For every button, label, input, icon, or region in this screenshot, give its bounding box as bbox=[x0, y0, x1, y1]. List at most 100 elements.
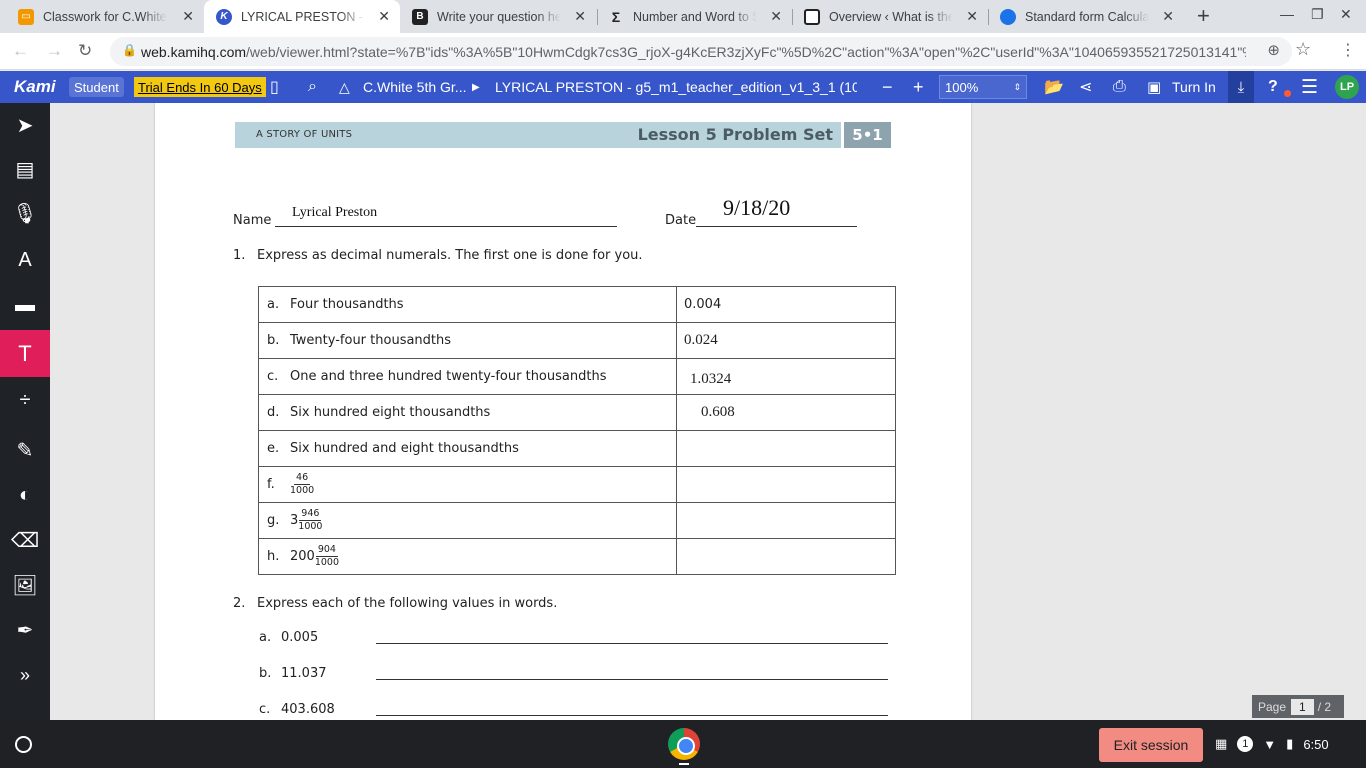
date-value[interactable]: 9/18/20 bbox=[723, 195, 790, 221]
name-underline bbox=[275, 226, 617, 227]
bookmark-star-icon[interactable]: ☆ bbox=[1295, 39, 1311, 60]
share-icon[interactable]: ⋖ bbox=[1079, 71, 1092, 103]
close-window-icon[interactable]: ✕ bbox=[1340, 6, 1352, 23]
reload-icon[interactable]: ↻ bbox=[78, 41, 92, 61]
updown-icon: ⇕ bbox=[1013, 81, 1021, 92]
download-icon[interactable]: ⤓ bbox=[1228, 71, 1254, 103]
signature-tool-icon[interactable]: ✒ bbox=[0, 608, 50, 652]
name-value[interactable]: Lyrical Preston bbox=[292, 205, 377, 221]
status-tray[interactable]: ▦ 1 ▼ ▮ 6:50 bbox=[1215, 720, 1329, 768]
search-icon[interactable]: ⌕ bbox=[308, 71, 317, 103]
menu-kebab-icon[interactable]: ⋮ bbox=[1340, 40, 1356, 60]
question-number: 1. bbox=[233, 248, 246, 263]
dictionary-tool-icon[interactable]: 🎙 bbox=[0, 191, 50, 235]
select-tool-icon[interactable]: ➤ bbox=[0, 103, 50, 147]
globe-icon bbox=[1000, 8, 1016, 25]
turn-in-button[interactable]: Turn In bbox=[1172, 71, 1216, 103]
document-viewer[interactable]: A STORY OF UNITS Lesson 5 Problem Set 5•… bbox=[50, 103, 1366, 720]
table-row: b. Twenty-four thousandths 0.024 bbox=[258, 322, 896, 359]
answer-cell[interactable] bbox=[676, 538, 896, 575]
answer-line[interactable] bbox=[376, 643, 888, 644]
add-icon[interactable]: ⊕ bbox=[1267, 41, 1280, 59]
tab-overview[interactable]: Overview ‹ What is the o ✕ bbox=[792, 0, 988, 33]
url-path: /web/viewer.html?state=%7B"ids"%3A%5B"10… bbox=[246, 44, 1246, 60]
tab-brainly[interactable]: B Write your question here ✕ bbox=[400, 0, 596, 33]
tab-number-word[interactable]: Σ Number and Word to Sta ✕ bbox=[596, 0, 792, 33]
answer-cell[interactable]: 0.608 bbox=[676, 394, 896, 431]
chrome-icon[interactable] bbox=[668, 728, 700, 760]
open-folder-icon[interactable]: 📂 bbox=[1044, 71, 1064, 103]
answer-value[interactable]: 0.608 bbox=[701, 404, 735, 420]
breadcrumb-folder[interactable]: C.White 5th Gr... bbox=[363, 71, 466, 103]
text-tool-icon[interactable]: T bbox=[0, 330, 50, 377]
omnibox[interactable]: 🔒 web.kamihq.com/web/viewer.html?state=%… bbox=[110, 37, 1292, 66]
page-number-input[interactable]: 1 bbox=[1291, 698, 1314, 715]
document-title[interactable]: LYRICAL PRESTON - g5_m1_teacher_edition_… bbox=[495, 71, 857, 103]
answer-value[interactable]: 1.0324 bbox=[690, 371, 731, 387]
question-cell: f. 46 1000 bbox=[258, 466, 677, 503]
page-indicator: Page 1 / 2 bbox=[1252, 695, 1344, 718]
restore-icon[interactable]: ❐ bbox=[1311, 6, 1324, 23]
image-tool-icon[interactable]: 🖼 bbox=[0, 563, 50, 607]
zoom-in-icon[interactable]: + bbox=[913, 71, 924, 103]
close-icon[interactable]: ✕ bbox=[1162, 8, 1174, 25]
tab-classwork[interactable]: ▭ Classwork for C.White 5t ✕ bbox=[8, 0, 204, 33]
new-tab-icon[interactable]: + bbox=[1197, 3, 1210, 29]
answer-cell[interactable] bbox=[676, 502, 896, 539]
trial-link[interactable]: Trial Ends In 60 Days bbox=[134, 77, 266, 97]
hamburger-menu-icon[interactable]: ☰ bbox=[1301, 71, 1318, 103]
comment-tool-icon[interactable]: ▬ bbox=[0, 283, 50, 327]
save-icon: ▣ bbox=[1147, 79, 1162, 96]
forward-icon[interactable]: → bbox=[46, 41, 63, 61]
close-icon[interactable]: ✕ bbox=[966, 8, 978, 25]
clock: 6:50 bbox=[1303, 736, 1329, 752]
answer-cell[interactable]: 1.0324 bbox=[676, 358, 896, 395]
exit-session-button[interactable]: Exit session bbox=[1099, 728, 1203, 762]
item-value: 0.005 bbox=[281, 630, 319, 645]
print-icon[interactable]: ⎙ bbox=[1113, 71, 1126, 103]
help-icon[interactable]: ? bbox=[1268, 71, 1278, 103]
tab-kami[interactable]: K LYRICAL PRESTON - g5_m ✕ bbox=[204, 0, 400, 33]
shapes-tool-icon[interactable]: ◐ bbox=[0, 473, 50, 517]
answer-cell[interactable]: 0.024 bbox=[676, 322, 896, 359]
answer-cell[interactable] bbox=[676, 466, 896, 503]
table-row: d. Six hundred eight thousandths 0.608 bbox=[258, 394, 896, 431]
markup-tool-icon[interactable]: ▤ bbox=[0, 147, 50, 191]
tab-standard-form[interactable]: Standard form Calculato ✕ bbox=[988, 0, 1184, 33]
item-letter: a. bbox=[259, 630, 272, 645]
fraction: 904 1000 bbox=[315, 544, 339, 569]
wifi-icon: ▼ bbox=[1263, 736, 1277, 752]
minimize-icon[interactable]: — bbox=[1280, 6, 1294, 22]
tab-strip: ▭ Classwork for C.White 5t ✕ K LYRICAL P… bbox=[0, 0, 1366, 33]
close-icon[interactable]: ✕ bbox=[574, 8, 586, 25]
divider-tool-icon[interactable]: ÷ bbox=[0, 378, 50, 422]
question-1-prompt: Express as decimal numerals. The first o… bbox=[257, 248, 643, 263]
sidebar-toggle-icon[interactable]: ▯ bbox=[270, 71, 279, 103]
mixed-whole: 3 bbox=[290, 513, 299, 528]
denominator: 1000 bbox=[290, 485, 315, 496]
answer-cell[interactable] bbox=[676, 430, 896, 467]
answer-value[interactable]: 0.024 bbox=[684, 332, 718, 348]
zoom-select[interactable]: 100% ⇕ bbox=[939, 75, 1027, 99]
close-icon[interactable]: ✕ bbox=[770, 8, 782, 25]
annotation-toolbar: ➤ ▤ 🎙 A ▬ T ÷ ✎ ◐ ⌫ 🖼 ✒ » bbox=[0, 103, 50, 720]
zoom-out-icon[interactable]: − bbox=[882, 71, 893, 103]
zoom-value: 100% bbox=[945, 79, 979, 95]
close-icon[interactable]: ✕ bbox=[378, 8, 390, 25]
expand-toolbar-icon[interactable]: » bbox=[0, 653, 50, 697]
answer-line[interactable] bbox=[376, 715, 888, 716]
answer-cell[interactable]: 0.004 bbox=[676, 286, 896, 323]
avatar[interactable]: LP bbox=[1335, 75, 1359, 99]
eraser-tool-icon[interactable]: ⌫ bbox=[0, 518, 50, 562]
name-label: Name bbox=[233, 213, 272, 228]
launcher-icon[interactable] bbox=[15, 736, 32, 753]
lock-icon[interactable]: 🔒 bbox=[122, 43, 137, 57]
close-icon[interactable]: ✕ bbox=[182, 8, 194, 25]
notification-count: 1 bbox=[1237, 736, 1254, 752]
equation-tool-icon[interactable]: A bbox=[0, 238, 50, 282]
answer-line[interactable] bbox=[376, 679, 888, 680]
back-icon[interactable]: ← bbox=[12, 41, 29, 61]
drawing-tool-icon[interactable]: ✎ bbox=[0, 428, 50, 472]
url-text[interactable]: web.kamihq.com/web/viewer.html?state=%7B… bbox=[141, 44, 1246, 60]
tab-title: Number and Word to Sta bbox=[633, 9, 757, 24]
